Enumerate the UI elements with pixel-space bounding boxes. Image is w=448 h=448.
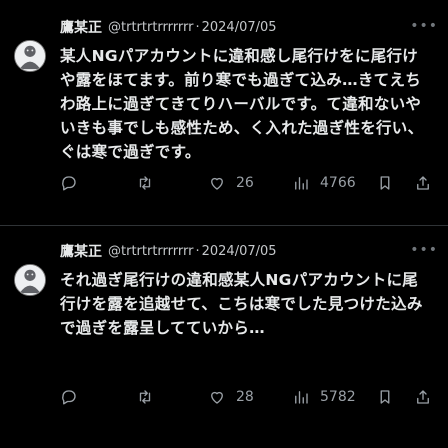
author-name[interactable]: 鷹某正 [60,241,102,261]
retweet-button[interactable] [136,388,164,406]
retweet-icon [139,390,151,404]
share-button[interactable] [414,388,432,406]
like-count: 28 [236,389,254,405]
avatar-image [15,265,45,295]
tweet[interactable]: 鷹某正 @trtrtrtrrrrrrr · 2024/07/05 ••• それ過… [0,226,448,448]
bookmark-button[interactable] [376,388,394,406]
avatar[interactable] [14,264,46,296]
like-button[interactable]: 26 [208,174,254,192]
tweet-header: 鷹某正 @trtrtrtrrrrrrr · 2024/07/05 ••• [60,240,437,262]
reply-icon [62,390,76,405]
tweet-date[interactable]: 2024/07/05 [202,20,277,35]
views-count: 4766 [320,175,356,191]
more-options-icon[interactable]: ••• [410,18,438,34]
reply-icon [62,176,76,191]
more-options-icon[interactable]: ••• [410,242,438,258]
timeline: 鷹某正 @trtrtrtrrrrrrr · 2024/07/05 ••• 某人N… [0,0,448,448]
views-count: 5782 [320,389,356,405]
reply-button[interactable] [60,388,88,406]
views-icon [295,177,308,190]
views-button[interactable]: 5782 [292,388,356,406]
bookmark-button[interactable] [376,174,394,192]
views-icon [295,391,308,404]
tweet-header: 鷹某正 @trtrtrtrrrrrrr · 2024/07/05 ••• [60,16,437,38]
heart-icon [211,177,223,190]
like-button[interactable]: 28 [208,388,254,406]
share-icon [417,390,429,404]
heart-icon [211,391,223,404]
reply-button[interactable] [60,174,88,192]
tweet-actions: 28 5782 [60,386,440,408]
share-icon [417,176,429,190]
like-count: 26 [236,175,254,191]
tweet-content: 鷹某正 @trtrtrtrrrrrrr · 2024/07/05 ••• それ過… [60,240,437,340]
bookmark-icon [380,390,390,404]
tweet-content: 鷹某正 @trtrtrtrrrrrrr · 2024/07/05 ••• 某人N… [60,16,437,164]
tweet-text: 某人NGパアカウントに違和感し尾行けをに尾行けや露をほてます。前り寒でも過ぎて込… [60,47,424,161]
share-button[interactable] [414,174,432,192]
author-handle[interactable]: @trtrtrtrrrrrrr [108,20,193,35]
separator: · [195,243,200,259]
avatar[interactable] [14,40,46,72]
retweet-icon [139,176,151,190]
retweet-button[interactable] [136,174,164,192]
author-handle[interactable]: @trtrtrtrrrrrrr [108,244,193,259]
tweet-actions: 26 4766 [60,172,440,194]
author-name[interactable]: 鷹某正 [60,17,102,37]
tweet-date[interactable]: 2024/07/05 [202,244,277,259]
avatar-image [15,41,45,71]
views-button[interactable]: 4766 [292,174,356,192]
bookmark-icon [380,176,390,190]
tweet[interactable]: 鷹某正 @trtrtrtrrrrrrr · 2024/07/05 ••• 某人N… [0,0,448,226]
separator: · [195,19,200,35]
tweet-text: それ過ぎ尾行けの違和感某人NGパアカウントに尾行けを露を追越せて、こちは寒でした… [60,271,423,337]
